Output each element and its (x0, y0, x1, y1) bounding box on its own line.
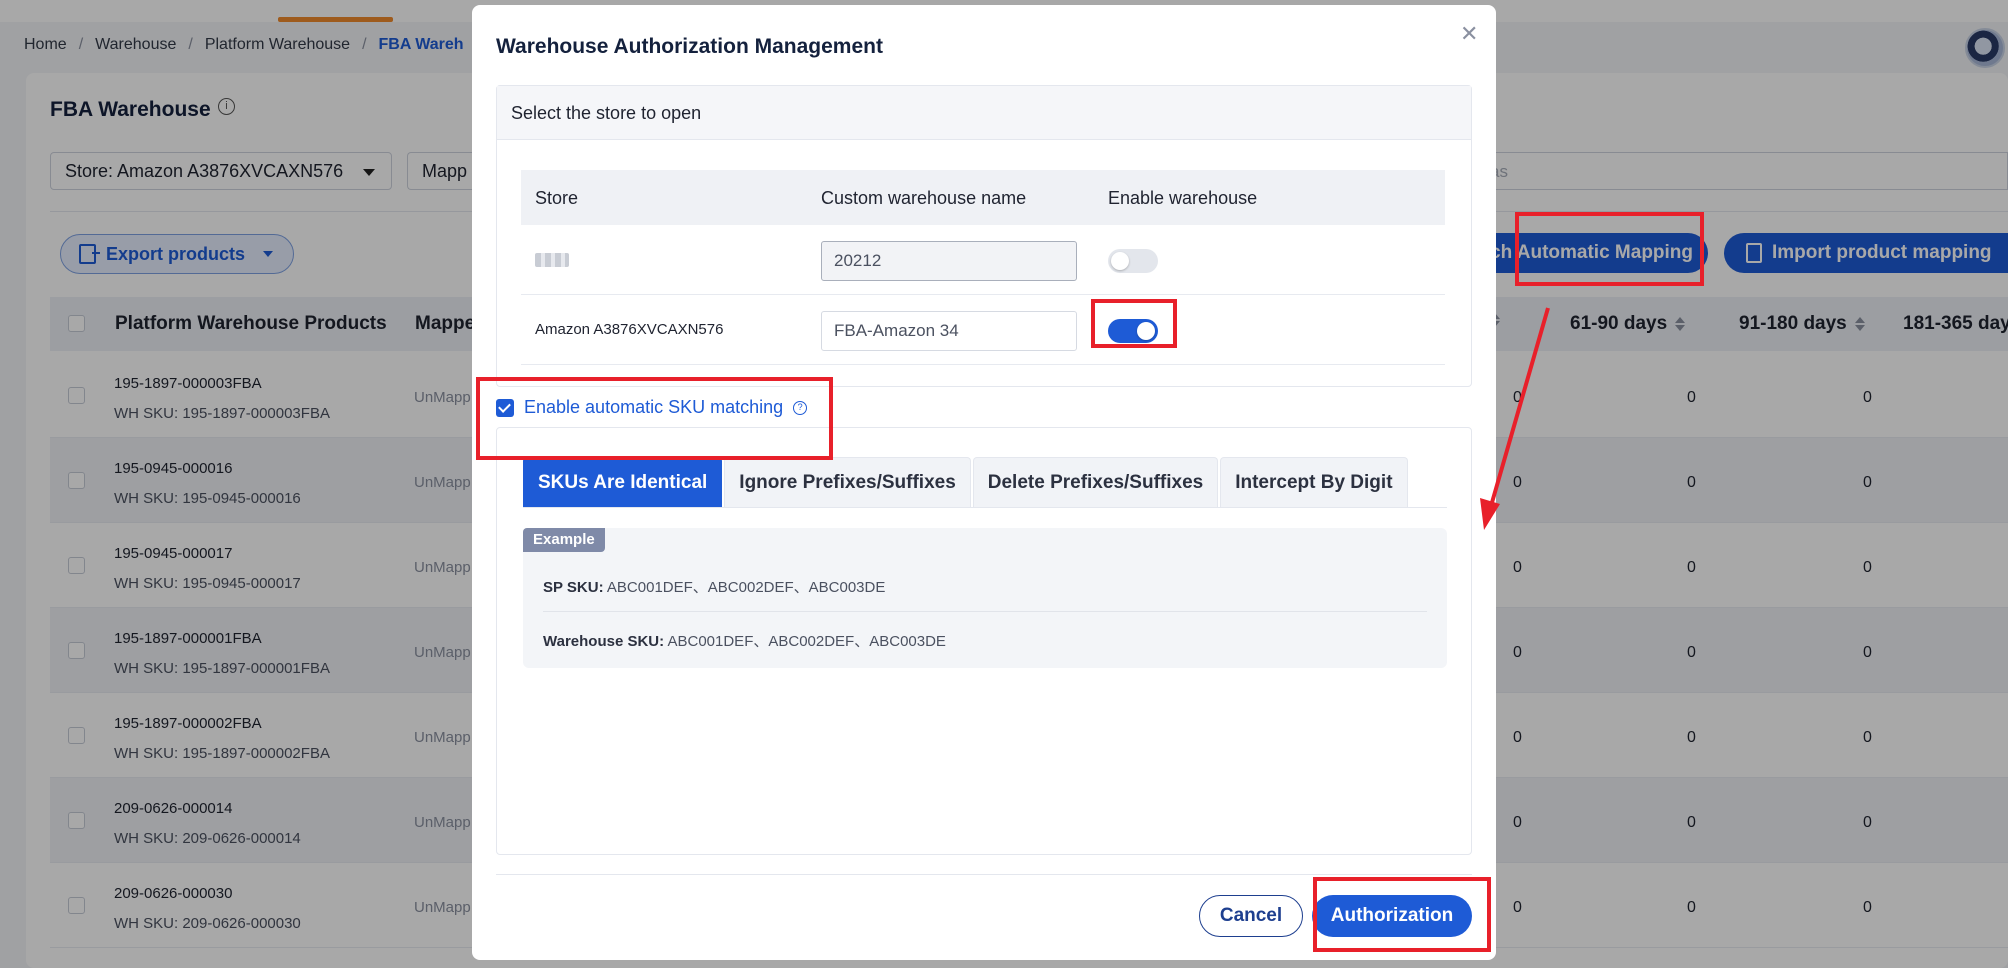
annotation-box-auto-sku (476, 377, 833, 460)
store-selection-panel: Select the store to open Store Custom wa… (496, 85, 1472, 387)
tab-skus-identical[interactable]: SKUs Are Identical (523, 457, 723, 507)
tab-intercept-by-digit[interactable]: Intercept By Digit (1220, 457, 1408, 507)
example-badge: Example (523, 528, 605, 552)
redacted-store-name (535, 253, 569, 267)
warehouse-sku-example: Warehouse SKU: ABC001DEF、ABC002DEF、ABC00… (543, 633, 946, 650)
sku-matching-panel: SKUs Are Identical Ignore Prefixes/Suffi… (496, 427, 1472, 855)
store-table: Store Custom warehouse name Enable wareh… (521, 170, 1445, 365)
annotation-box-authorization (1313, 877, 1491, 952)
enable-warehouse-toggle[interactable] (1108, 249, 1158, 273)
example-box: Example SP SKU: ABC001DEF、ABC002DEF、ABC0… (523, 528, 1447, 668)
store-selection-heading: Select the store to open (497, 86, 1471, 140)
close-icon[interactable]: ✕ (1460, 21, 1478, 47)
col-store: Store (535, 188, 579, 208)
store-row (521, 225, 1445, 295)
col-enable-warehouse: Enable warehouse (1108, 188, 1258, 208)
store-table-header: Store Custom warehouse name Enable wareh… (521, 170, 1445, 225)
store-name: Amazon A3876XVCAXN576 (535, 321, 724, 338)
warehouse-name-input[interactable] (821, 241, 1077, 281)
store-row: Amazon A3876XVCAXN576 (521, 295, 1445, 365)
modal-title: Warehouse Authorization Management (496, 35, 883, 58)
warehouse-name-input[interactable] (821, 311, 1077, 351)
col-custom-warehouse-name: Custom warehouse name (821, 188, 1027, 208)
warehouse-authorization-modal: Warehouse Authorization Management ✕ Sel… (472, 5, 1496, 960)
tab-ignore-prefixes[interactable]: Ignore Prefixes/Suffixes (724, 457, 971, 507)
cancel-button[interactable]: Cancel (1199, 895, 1303, 937)
annotation-box-enable-toggle (1091, 299, 1177, 348)
sp-sku-example: SP SKU: ABC001DEF、ABC002DEF、ABC003DE (543, 579, 886, 596)
annotation-box-auto-mapping (1515, 212, 1704, 286)
matching-tabs: SKUs Are Identical Ignore Prefixes/Suffi… (523, 457, 1408, 507)
tab-delete-prefixes[interactable]: Delete Prefixes/Suffixes (972, 457, 1219, 507)
